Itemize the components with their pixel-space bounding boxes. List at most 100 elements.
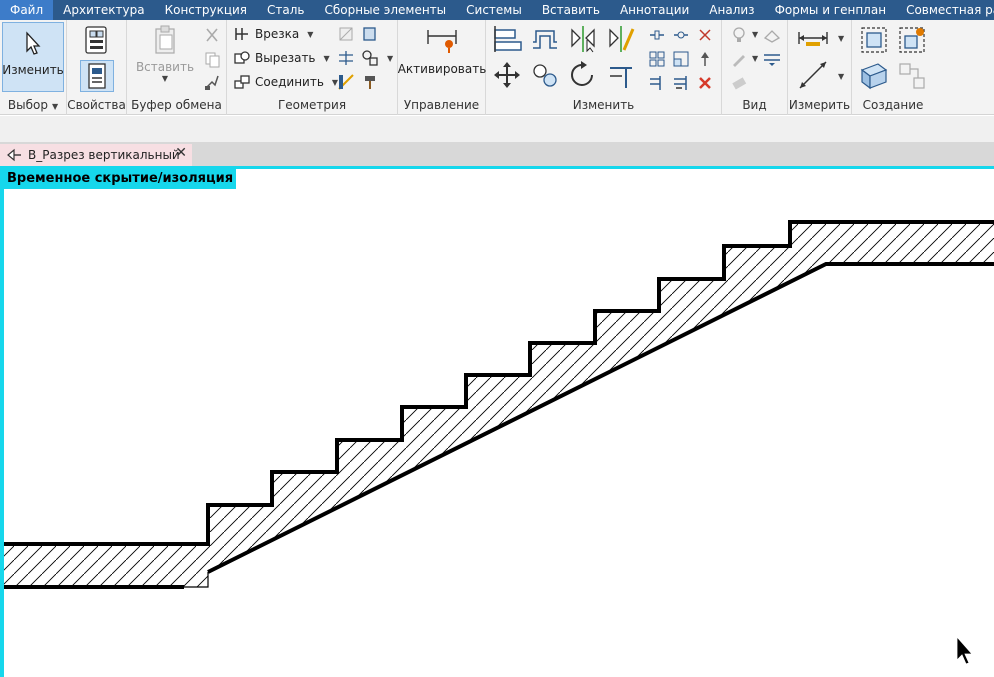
- properties-panel-label: Свойства: [67, 98, 126, 112]
- trim-single-icon[interactable]: [672, 74, 690, 92]
- split-gap-icon[interactable]: [672, 26, 690, 44]
- panel-create: Создание: [852, 20, 934, 115]
- override-graphics-icon[interactable]: [762, 26, 782, 44]
- activate-button[interactable]: Активировать: [398, 24, 486, 76]
- cope-button[interactable]: Врезка ▼: [233, 23, 313, 45]
- measure-panel-label: Измерить: [788, 98, 851, 112]
- cut-icon[interactable]: [203, 26, 221, 44]
- chevron-down-icon: ▼: [307, 29, 314, 39]
- menu-item-0[interactable]: Файл: [0, 0, 54, 20]
- hammer-icon[interactable]: [361, 73, 379, 91]
- menu-item-1[interactable]: Архитектура: [53, 0, 154, 20]
- menu-item-9[interactable]: Формы и генплан: [765, 0, 897, 20]
- cut-geometry-icon: [234, 51, 250, 64]
- chevron-down-icon[interactable]: ▼: [752, 54, 758, 63]
- trim-multiple-icon[interactable]: [648, 74, 666, 92]
- chevron-down-icon: ▼: [51, 102, 59, 111]
- cut-geometry-button[interactable]: Вырезать ▼: [233, 47, 330, 69]
- document-tab[interactable]: В_Разрез вертикальный ✕: [0, 144, 192, 166]
- select-panel-label: Выбор: [7, 98, 48, 112]
- modify-label: Изменить: [2, 63, 64, 77]
- cope-label: Врезка: [255, 27, 300, 41]
- drawing-view[interactable]: Временное скрытие/изоляция: [0, 166, 994, 677]
- demolish-icon[interactable]: [361, 49, 379, 67]
- menu-bar: Файл Архитектура Конструкция Сталь Сборные э…: [0, 0, 994, 20]
- delete-icon[interactable]: [696, 74, 714, 92]
- hide-lines-icon[interactable]: [762, 50, 782, 68]
- split-element-icon[interactable]: [648, 26, 666, 44]
- chevron-down-icon[interactable]: ▼: [838, 72, 844, 81]
- menu-item-6[interactable]: Вставить: [532, 0, 610, 20]
- type-properties-icon[interactable]: [80, 24, 112, 56]
- linework-pen-icon[interactable]: [730, 50, 748, 68]
- geometry-panel-label: Геометрия: [277, 98, 347, 112]
- pin-icon[interactable]: [696, 50, 714, 68]
- close-icon[interactable]: ✕: [175, 145, 187, 161]
- clipboard-panel-label: Буфер обмена: [131, 98, 222, 112]
- stair-body-hatch: [4, 222, 994, 587]
- eraser-icon[interactable]: [730, 74, 748, 92]
- copy-icon[interactable]: [203, 50, 221, 68]
- offset-icon[interactable]: [530, 24, 560, 54]
- panel-select: Изменить Выбор ▼: [0, 20, 67, 115]
- create-parts-icon[interactable]: [858, 60, 890, 92]
- mirror-pick-axis-icon[interactable]: [568, 24, 598, 54]
- measure-between-points-icon[interactable]: [796, 28, 830, 48]
- create-group-icon[interactable]: [896, 60, 928, 92]
- panel-control: Активировать Управление: [398, 20, 486, 115]
- stair-section-drawing[interactable]: [0, 166, 994, 677]
- menu-item-4[interactable]: Сборные элементы: [315, 0, 457, 20]
- scale-icon[interactable]: [672, 50, 690, 68]
- panel-view: ▼ ▼ Вид: [722, 20, 788, 115]
- copy-element-icon[interactable]: [530, 60, 560, 90]
- create-assembly-icon[interactable]: [858, 24, 890, 56]
- join-icon: [234, 75, 250, 89]
- properties-button[interactable]: [80, 60, 114, 92]
- linework-icon[interactable]: [337, 73, 355, 91]
- view-panel-label: Вид: [742, 98, 767, 112]
- ribbon: Изменить Выбор ▼ Свойства Вставить ▼ Буф…: [0, 20, 994, 115]
- menu-item-7[interactable]: Аннотации: [610, 0, 699, 20]
- menu-item-3[interactable]: Сталь: [257, 0, 314, 20]
- chevron-down-icon[interactable]: ▼: [387, 54, 393, 63]
- properties-icon: [88, 63, 106, 89]
- modify-button[interactable]: Изменить: [2, 22, 64, 92]
- menu-item-5[interactable]: Системы: [456, 0, 532, 20]
- trim-extend-icon[interactable]: [606, 60, 636, 90]
- aligned-dimension-icon[interactable]: [796, 58, 830, 92]
- options-bar: [0, 116, 994, 142]
- match-type-icon[interactable]: [203, 73, 221, 91]
- menu-item-2[interactable]: Конструкция: [155, 0, 257, 20]
- cut-geometry-label: Вырезать: [255, 51, 316, 65]
- chevron-down-icon[interactable]: ▼: [752, 30, 758, 39]
- align-icon[interactable]: [492, 24, 522, 54]
- rotate-icon[interactable]: [568, 60, 598, 90]
- unpin-icon[interactable]: [696, 26, 714, 44]
- panel-properties: Свойства: [67, 20, 127, 115]
- paste-button[interactable]: Вставить ▼: [135, 24, 195, 83]
- paint-icon[interactable]: [361, 25, 379, 43]
- panel-modify: Изменить: [486, 20, 722, 115]
- chevron-down-icon[interactable]: ▼: [838, 34, 844, 43]
- document-tab-title: В_Разрез вертикальный: [28, 148, 180, 162]
- chevron-down-icon: ▼: [323, 53, 330, 63]
- select-dropdown[interactable]: Выбор ▼: [0, 97, 66, 113]
- lightbulb-icon[interactable]: [730, 26, 748, 44]
- activate-label: Активировать: [397, 62, 487, 76]
- split-face-icon[interactable]: [337, 25, 355, 43]
- menu-item-8[interactable]: Анализ: [699, 0, 764, 20]
- join-button[interactable]: Соединить ▼: [233, 71, 338, 93]
- activate-dimension-icon: [427, 30, 457, 53]
- array-icon[interactable]: [648, 50, 666, 68]
- create-panel-label: Создание: [862, 98, 924, 112]
- section-view-icon: [7, 148, 21, 162]
- move-icon[interactable]: [492, 60, 522, 90]
- panel-measure: ▼ ▼ Измерить: [788, 20, 852, 115]
- menu-item-10[interactable]: Совместная работа: [896, 0, 994, 20]
- cursor-arrow-icon: [26, 31, 41, 55]
- document-tab-bar: В_Разрез вертикальный ✕: [0, 142, 994, 166]
- mirror-draw-axis-icon[interactable]: [606, 24, 636, 54]
- chevron-down-icon: ▼: [161, 74, 169, 83]
- create-similar-icon[interactable]: [896, 24, 928, 56]
- wall-joins-icon[interactable]: [337, 49, 355, 67]
